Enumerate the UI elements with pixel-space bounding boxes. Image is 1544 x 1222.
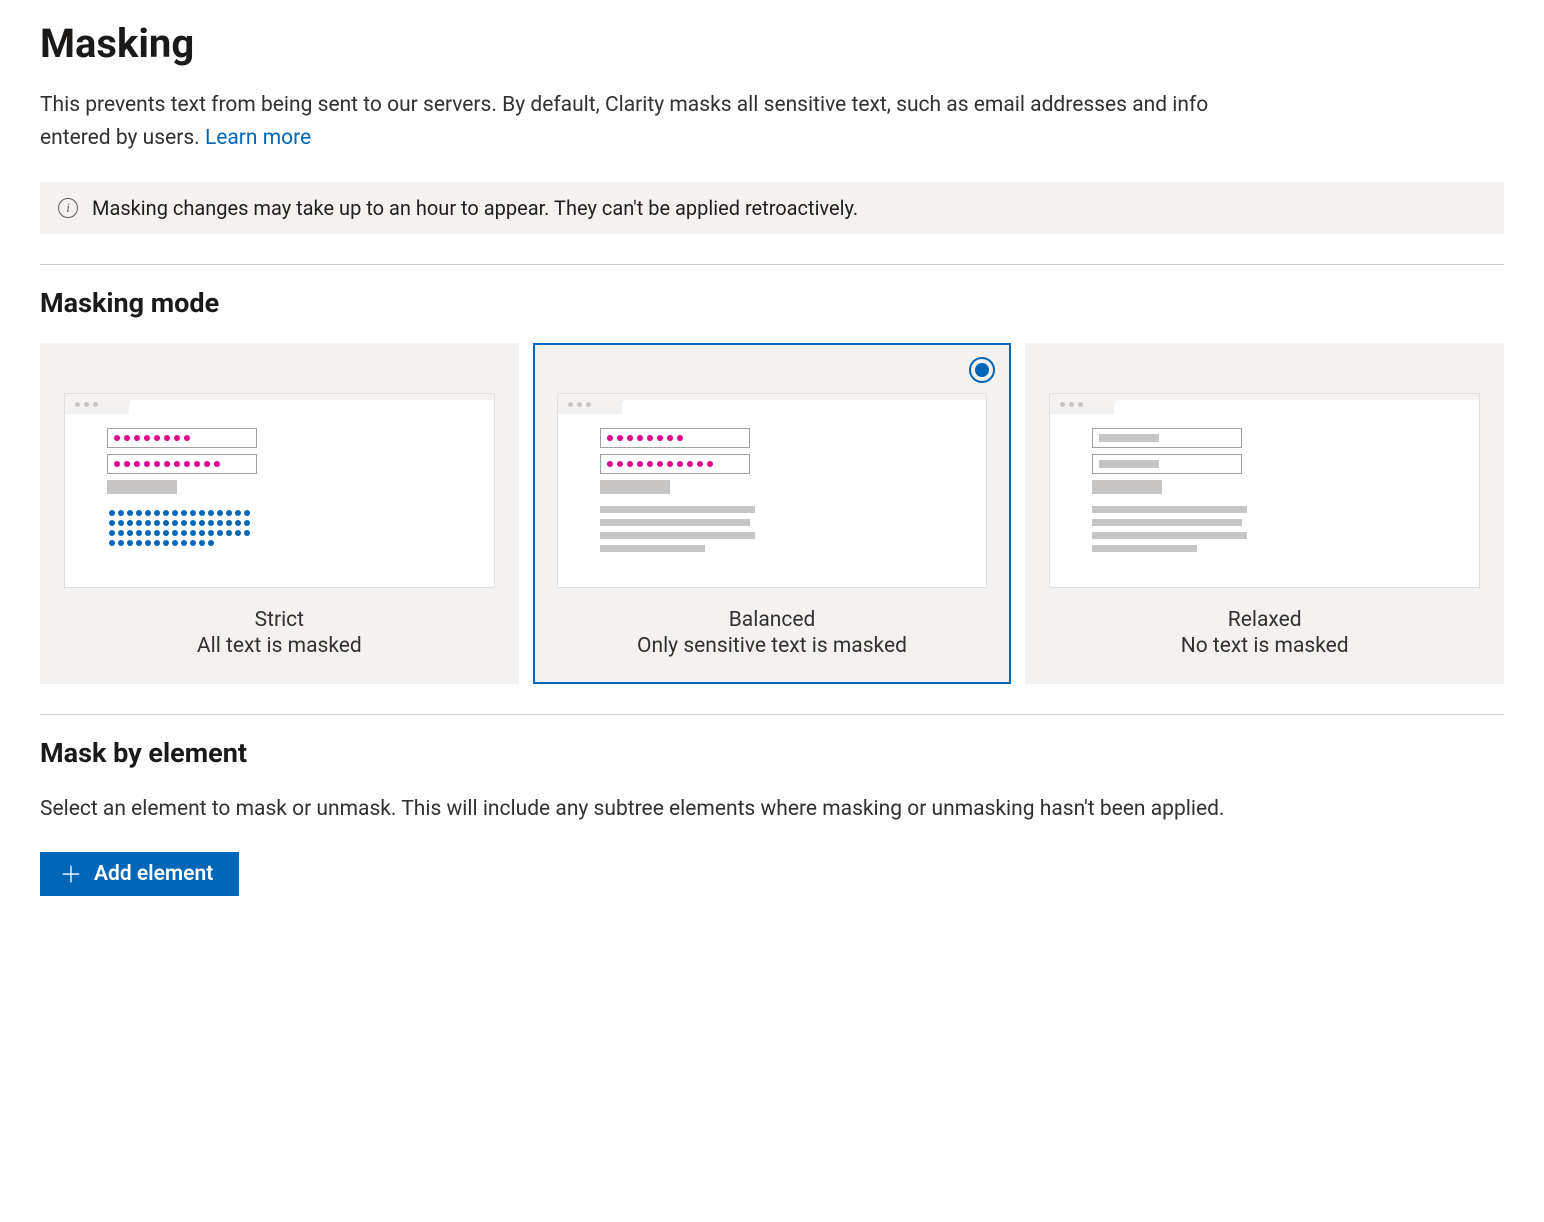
mode-name: Relaxed (1049, 608, 1480, 632)
mode-name: Balanced (557, 608, 988, 632)
plus-icon (60, 863, 82, 885)
masking-mode-title: Masking mode (40, 287, 1504, 319)
mode-desc: No text is masked (1049, 634, 1480, 658)
page-title: Masking (40, 20, 1504, 67)
masking-mode-options: Strict All text is masked Balanced Only … (40, 343, 1504, 684)
mode-card-strict[interactable]: Strict All text is masked (40, 343, 519, 684)
mode-desc: Only sensitive text is masked (557, 634, 988, 658)
mode-preview-balanced (557, 393, 988, 588)
mode-card-balanced[interactable]: Balanced Only sensitive text is masked (533, 343, 1012, 684)
divider (40, 264, 1504, 265)
add-element-button[interactable]: Add element (40, 852, 239, 896)
mode-name: Strict (64, 608, 495, 632)
mode-desc: All text is masked (64, 634, 495, 658)
radio-selected-icon (969, 357, 995, 383)
mode-preview-relaxed (1049, 393, 1480, 588)
learn-more-link[interactable]: Learn more (205, 126, 311, 150)
info-icon: i (58, 198, 78, 218)
mode-preview-strict (64, 393, 495, 588)
mask-by-element-desc: Select an element to mask or unmask. Thi… (40, 793, 1240, 826)
page-intro: This prevents text from being sent to ou… (40, 89, 1240, 154)
info-banner-text: Masking changes may take up to an hour t… (92, 196, 858, 220)
info-banner: i Masking changes may take up to an hour… (40, 182, 1504, 234)
mode-card-relaxed[interactable]: Relaxed No text is masked (1025, 343, 1504, 684)
mask-by-element-title: Mask by element (40, 737, 1504, 769)
divider (40, 714, 1504, 715)
add-element-label: Add element (94, 862, 213, 886)
